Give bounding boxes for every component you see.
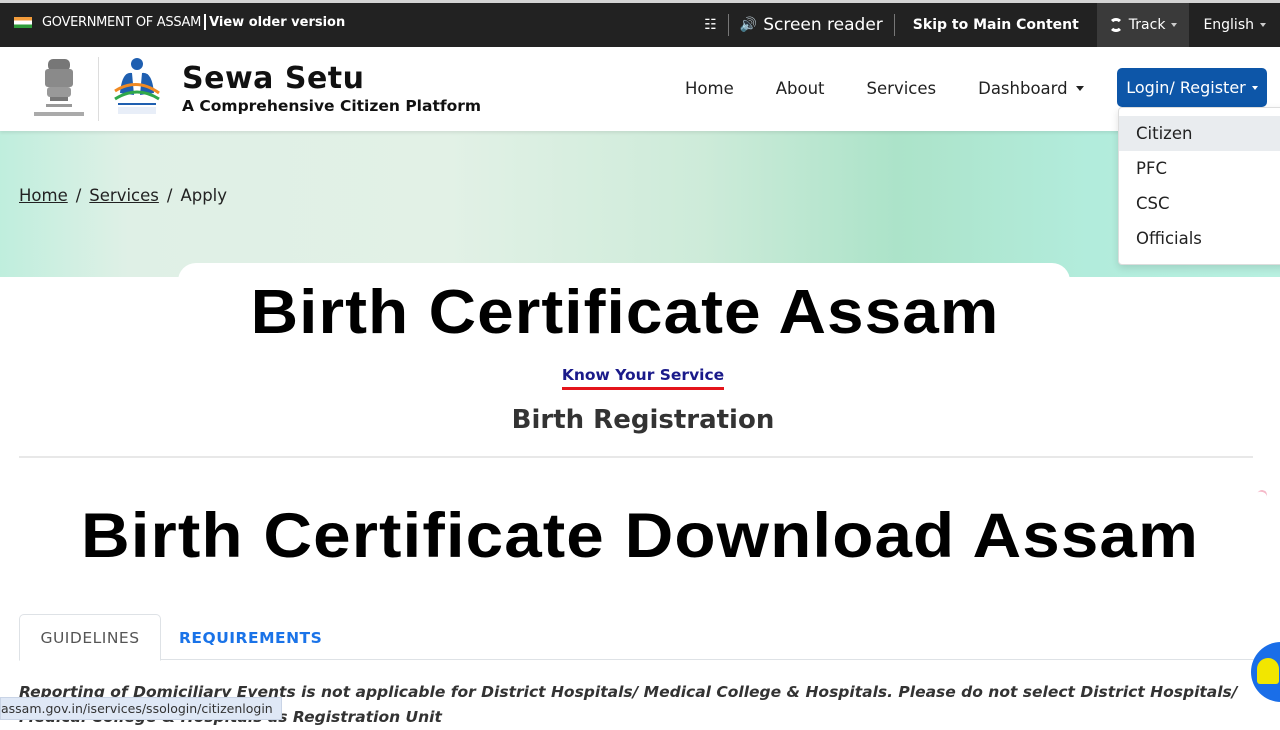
dropdown-item-citizen[interactable]: Citizen	[1119, 116, 1280, 151]
track-icon	[1108, 18, 1123, 32]
browser-status-url: assam.gov.in/iservices/ssologin/citizenl…	[0, 697, 282, 720]
hero-banner: Home / Services / Apply	[0, 131, 1280, 277]
brand-subtitle: A Comprehensive Citizen Platform	[182, 97, 482, 115]
login-register-button[interactable]: Login/ Register	[1117, 68, 1267, 107]
nav-dashboard-label: Dashboard	[978, 79, 1068, 98]
gov-branding: GOVERNMENT OF ASSAM View older version	[14, 14, 345, 30]
logo-divider	[98, 57, 99, 121]
language-label: English	[1203, 17, 1254, 33]
state-emblem-icon[interactable]	[30, 55, 88, 121]
tab-requirements[interactable]: REQUIREMENTS	[179, 614, 322, 661]
dropdown-item-pfc[interactable]: PFC	[1119, 151, 1280, 186]
screen-reader-link[interactable]: 🔊 Screen reader	[729, 3, 894, 47]
view-older-version-link[interactable]: View older version	[209, 15, 345, 30]
login-register-label: Login/ Register	[1126, 78, 1246, 97]
government-label: GOVERNMENT OF ASSAM	[42, 14, 202, 30]
breadcrumb-home[interactable]: Home	[19, 186, 68, 205]
login-dropdown-menu: Citizen PFC CSC Officials	[1118, 107, 1280, 265]
nav-services[interactable]: Services	[867, 79, 937, 98]
screen-reader-label: Screen reader	[763, 15, 883, 35]
top-utility-bar: GOVERNMENT OF ASSAM View older version ☷…	[0, 0, 1280, 47]
breadcrumb-current: Apply	[180, 186, 228, 205]
breadcrumb: Home / Services / Apply	[19, 186, 227, 205]
breadcrumb-services[interactable]: Services	[89, 186, 159, 205]
overlay-title-top: Birth Certificate Assam	[250, 278, 1000, 347]
nav-dashboard[interactable]: Dashboard	[978, 79, 1084, 98]
know-your-service: Know Your Service	[0, 365, 1280, 390]
skip-to-main-content-link[interactable]: Skip to Main Content	[895, 3, 1097, 47]
service-title: Birth Registration	[511, 405, 775, 435]
track-label: Track	[1128, 17, 1166, 33]
dropdown-item-csc[interactable]: CSC	[1119, 186, 1280, 221]
screen-reader-icon: 🔊	[739, 17, 758, 33]
overlay-title-bottom: Birth Certificate Download Assam	[80, 501, 1200, 571]
breadcrumb-separator: /	[166, 186, 173, 205]
nav-home[interactable]: Home	[685, 79, 734, 98]
bell-icon	[1257, 658, 1279, 684]
tab-guidelines[interactable]: GUIDELINES	[19, 614, 161, 661]
know-your-service-label: Know Your Service	[561, 366, 725, 390]
brand-title[interactable]: Sewa Setu	[182, 63, 481, 95]
language-dropdown[interactable]: English	[1189, 3, 1280, 47]
caret-down-icon	[1075, 86, 1084, 91]
caret-down-icon	[1171, 23, 1178, 27]
dropdown-item-officials[interactable]: Officials	[1119, 221, 1280, 256]
breadcrumb-separator: /	[75, 186, 82, 205]
utility-links: ☷ 🔊 Screen reader Skip to Main Content T…	[693, 3, 1280, 47]
divider	[204, 14, 207, 30]
service-tabs: GUIDELINES REQUIREMENTS	[19, 614, 1259, 661]
caret-down-icon	[1251, 85, 1258, 90]
india-flag-icon	[14, 16, 32, 28]
caret-down-icon	[1260, 23, 1266, 27]
track-dropdown[interactable]: Track	[1096, 3, 1190, 47]
main-nav: Home About Services Dashboard	[685, 79, 1126, 98]
section-divider	[19, 456, 1253, 458]
sitemap-button[interactable]: ☷	[693, 3, 728, 47]
nav-about[interactable]: About	[776, 79, 825, 98]
sitemap-icon: ☷	[704, 17, 717, 33]
sewa-setu-logo-icon[interactable]	[112, 55, 162, 117]
brand: Sewa Setu A Comprehensive Citizen Platfo…	[182, 63, 482, 116]
site-header: Sewa Setu A Comprehensive Citizen Platfo…	[0, 47, 1280, 131]
